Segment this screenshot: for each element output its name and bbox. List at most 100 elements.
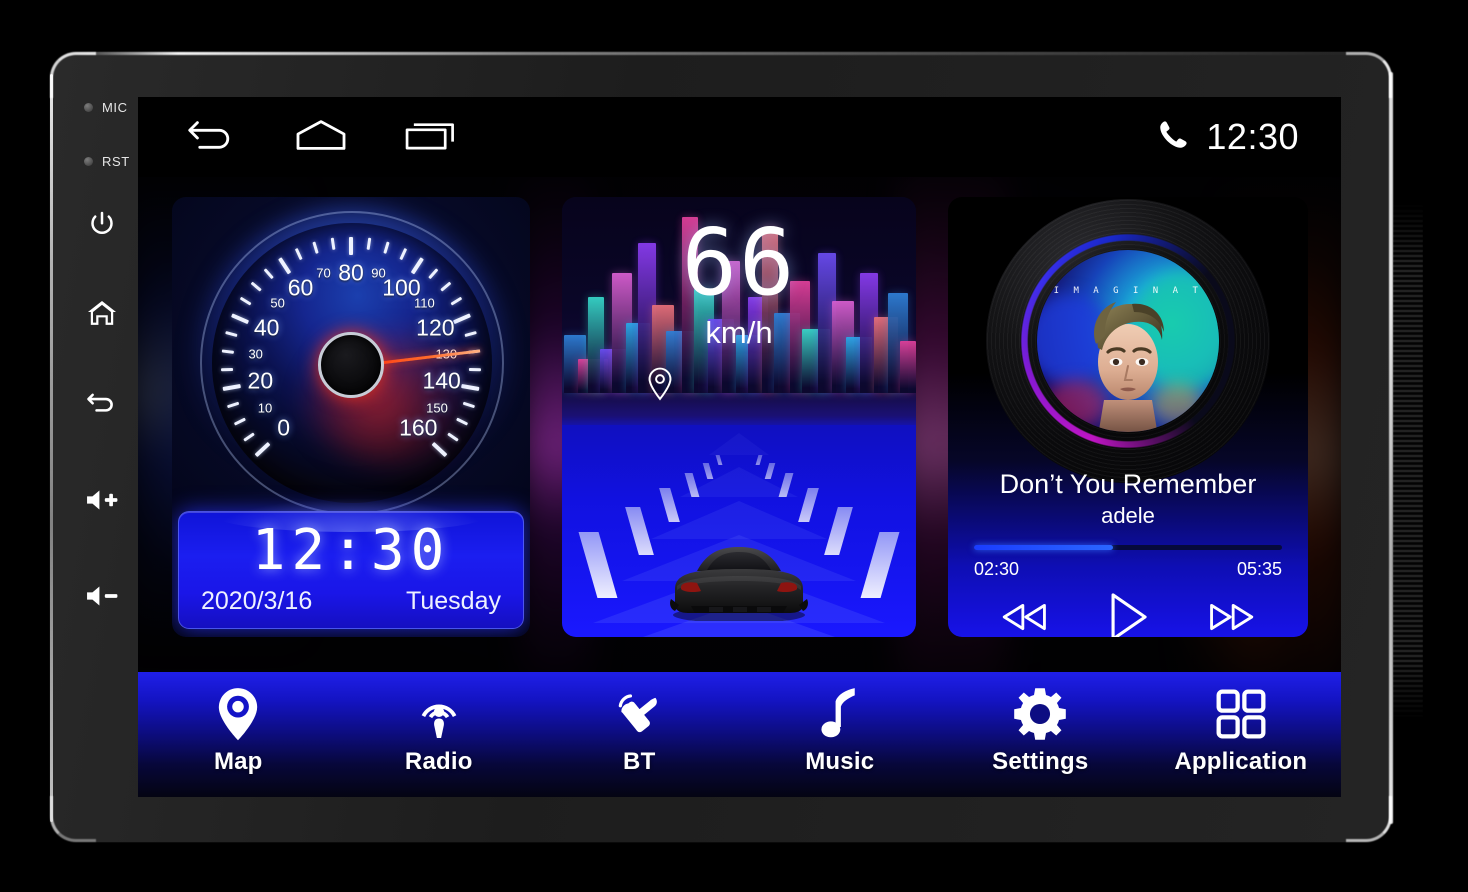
navigation-bar bbox=[138, 116, 458, 158]
gauge-label-50: 50 bbox=[270, 295, 285, 311]
gauge-label-90: 90 bbox=[371, 265, 386, 281]
dock-label-map: Map bbox=[213, 748, 263, 775]
mic-label: MIC bbox=[102, 100, 128, 115]
clock-date: 2020/3/16 bbox=[201, 587, 313, 615]
music-widget[interactable]: I M A G I N A T Don’t You Remember adele… bbox=[948, 197, 1308, 637]
reset-indicator[interactable]: RST bbox=[66, 154, 138, 169]
power-icon bbox=[87, 209, 117, 239]
bezel-corner-top-right bbox=[1346, 52, 1392, 98]
clock-weekday: Tuesday bbox=[406, 587, 501, 615]
touchscreen[interactable]: 12:30 0 20 40 60 80 100 120 140 160 10 30 50 70 90 110… bbox=[138, 97, 1341, 797]
back-button[interactable] bbox=[79, 379, 125, 425]
total-duration: 05:35 bbox=[1236, 559, 1282, 579]
road-chevron bbox=[709, 433, 769, 455]
home-pentagon-icon bbox=[294, 118, 348, 157]
bluetooth-phone-icon bbox=[613, 686, 665, 742]
play-icon bbox=[1103, 590, 1153, 637]
gauge-hub bbox=[318, 332, 384, 398]
volume-up-button[interactable] bbox=[79, 477, 125, 523]
vinyl-record: I M A G I N A T bbox=[978, 197, 1278, 491]
gauge-label-30: 30 bbox=[248, 346, 263, 361]
hardware-key-strip: MIC RST bbox=[66, 86, 138, 806]
location-pin-icon bbox=[215, 686, 261, 742]
recent-apps-icon bbox=[404, 118, 458, 157]
gauge-label-20: 20 bbox=[247, 367, 274, 394]
nav-recents[interactable] bbox=[404, 116, 458, 158]
gauge-label-110: 110 bbox=[414, 295, 435, 311]
location-pin-icon bbox=[646, 367, 674, 406]
nav-home[interactable] bbox=[294, 116, 348, 158]
gauge-label-70: 70 bbox=[316, 265, 331, 281]
radio-broadcast-icon bbox=[413, 686, 465, 742]
gauge-label-150: 150 bbox=[426, 400, 448, 416]
clock-widget[interactable]: 12:30 2020/3/16 Tuesday bbox=[178, 498, 524, 629]
house-icon bbox=[86, 298, 118, 328]
album-art: I M A G I N A T bbox=[1037, 250, 1219, 432]
dock-item-radio[interactable]: Radio bbox=[339, 672, 540, 776]
dock-label-bt: BT bbox=[623, 748, 656, 775]
digital-speed-value: 66 bbox=[681, 209, 797, 316]
speedometer-widget[interactable]: 0204060801001201401601030507090110130150… bbox=[172, 197, 530, 637]
return-arrow-icon bbox=[86, 387, 118, 417]
app-grid-icon bbox=[1215, 686, 1267, 742]
bezel-highlight-top bbox=[74, 52, 1374, 55]
gauge-label-80: 80 bbox=[338, 259, 364, 286]
volume-down-button[interactable] bbox=[79, 573, 125, 619]
clock-time: 12:30 bbox=[251, 518, 451, 583]
gauge-label-10: 10 bbox=[257, 400, 273, 416]
phone-handset-icon bbox=[1156, 118, 1190, 157]
status-bar-right: 12:30 bbox=[1156, 116, 1341, 158]
head-unit-device: MIC RST 12:30 0 20 40 60 80 100 120 140 … bbox=[50, 52, 1423, 842]
status-clock: 12:30 bbox=[1206, 116, 1299, 157]
road-lane-dash bbox=[860, 531, 900, 598]
album-art-title-text: I M A G I N A T bbox=[1053, 286, 1203, 296]
fast-forward-icon bbox=[1204, 599, 1258, 638]
mic-indicator: MIC bbox=[66, 100, 138, 115]
power-button[interactable] bbox=[79, 201, 125, 247]
road-view bbox=[562, 425, 916, 637]
gauge-label-60: 60 bbox=[287, 274, 314, 301]
previous-track-button[interactable] bbox=[994, 595, 1056, 637]
back-arrow-icon bbox=[185, 117, 237, 158]
dock-label-radio: Radio bbox=[404, 748, 473, 775]
bezel-corner-bottom-right bbox=[1346, 796, 1392, 842]
dock-item-bt[interactable]: BT bbox=[539, 672, 740, 776]
nav-back[interactable] bbox=[184, 116, 238, 158]
speaker-plus-icon bbox=[84, 487, 120, 513]
drive-widget[interactable]: 66 km/h bbox=[562, 197, 916, 637]
elapsed-time: 02:30 bbox=[974, 559, 1020, 579]
dock-item-music[interactable]: Music bbox=[740, 672, 941, 776]
track-title: Don’t You Remember bbox=[999, 469, 1257, 499]
app-dock: Map Radio BT Music Settings Application bbox=[138, 672, 1341, 797]
mic-led bbox=[84, 103, 93, 112]
widget-row: 0204060801001201401601030507090110130150… bbox=[138, 177, 1341, 722]
analog-gauge: 0204060801001201401601030507090110130150 bbox=[186, 205, 516, 525]
digital-speed-unit: km/h bbox=[705, 315, 773, 350]
gauge-label-120: 120 bbox=[416, 314, 455, 341]
reset-led bbox=[84, 157, 93, 166]
dock-item-application[interactable]: Application bbox=[1141, 672, 1342, 776]
progress-bar[interactable] bbox=[974, 545, 1282, 550]
car-rear-icon bbox=[663, 543, 815, 623]
rewind-icon bbox=[998, 599, 1052, 638]
play-button[interactable] bbox=[1097, 592, 1159, 637]
album-art-portrait bbox=[1094, 302, 1164, 432]
gauge-label-140: 140 bbox=[422, 367, 461, 394]
dock-item-map[interactable]: Map bbox=[138, 672, 339, 776]
device-edge-texture bbox=[1393, 202, 1423, 722]
road-lane-dash bbox=[715, 455, 723, 466]
dock-label-settings: Settings bbox=[992, 748, 1089, 775]
dock-item-settings[interactable]: Settings bbox=[940, 672, 1141, 776]
bezel-highlight-left bbox=[50, 74, 53, 822]
speaker-minus-icon bbox=[84, 583, 120, 609]
gauge-label-160: 160 bbox=[399, 414, 438, 441]
next-track-button[interactable] bbox=[1200, 595, 1262, 637]
gauge-label-0: 0 bbox=[277, 414, 291, 441]
music-note-icon bbox=[818, 686, 862, 742]
track-artist: adele bbox=[1101, 503, 1155, 528]
music-controls bbox=[948, 592, 1308, 637]
gauge-label-40: 40 bbox=[253, 314, 280, 341]
road-lane-dash bbox=[578, 531, 618, 598]
progress-bar-fill bbox=[974, 545, 1113, 550]
home-button[interactable] bbox=[79, 290, 125, 336]
